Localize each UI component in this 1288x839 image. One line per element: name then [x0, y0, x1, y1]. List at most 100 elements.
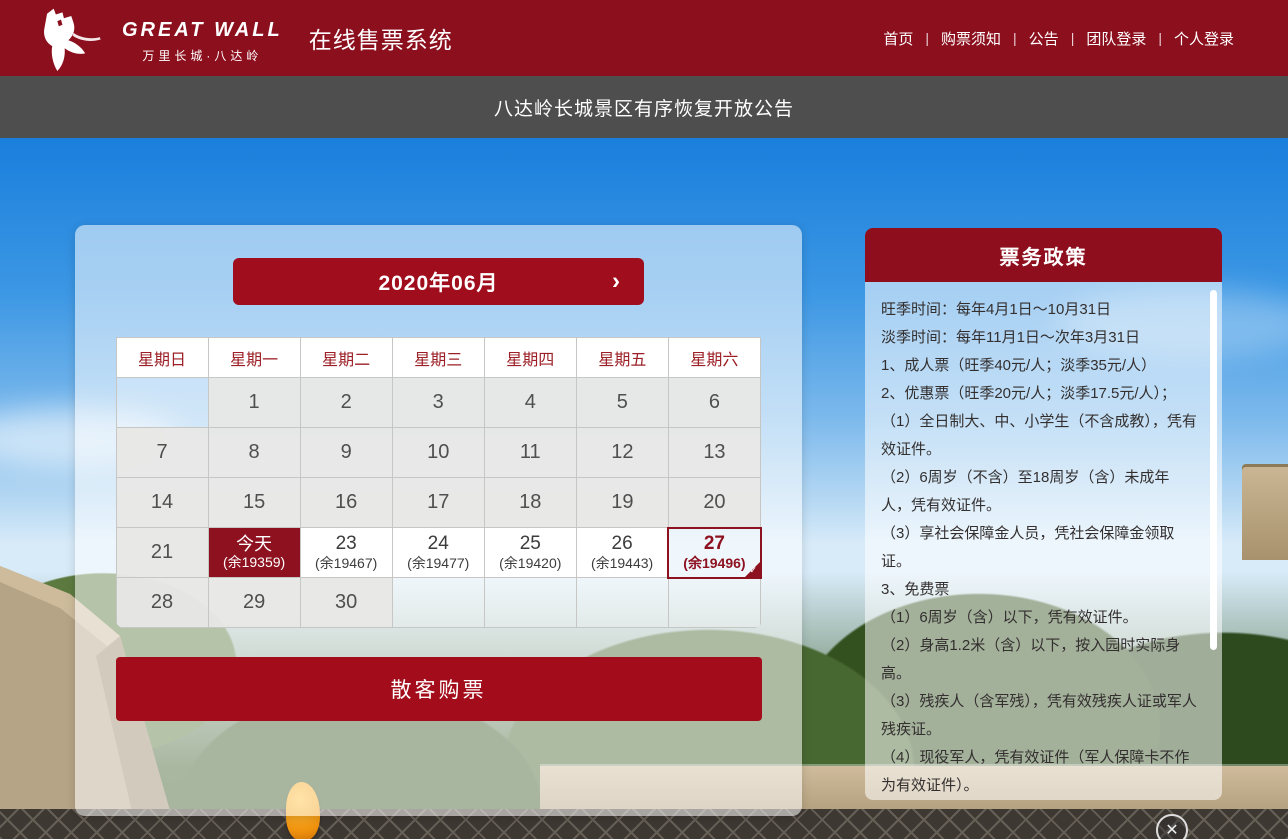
nav-group-login[interactable]: 团队登录 [1074, 28, 1158, 49]
empty-cell [392, 578, 484, 628]
day-number: 15 [209, 491, 300, 514]
day-cell-今天[interactable]: 今天(余19359) [208, 528, 300, 578]
day-number: 今天 [209, 534, 300, 555]
day-number: 4 [485, 391, 576, 414]
day-cell-6: 6 [668, 378, 760, 428]
app-header: GREAT WALL 万里长城·八达岭 在线售票系统 首页|购票须知|公告|团队… [0, 0, 1288, 76]
day-cell-21: 21 [116, 528, 208, 578]
day-cell-14: 14 [116, 478, 208, 528]
policy-line: （3）残疾人（含军残），凭有效残疾人证或军人残疾证。 [881, 688, 1198, 744]
day-number: 12 [577, 441, 668, 464]
next-month-icon[interactable]: › [612, 269, 620, 293]
brand-name-en: GREAT WALL [122, 19, 283, 42]
day-cell-26[interactable]: 26(余19443) [576, 528, 668, 578]
day-number: 20 [669, 491, 760, 514]
day-cell-25[interactable]: 25(余19420) [484, 528, 576, 578]
great-wall-logo-icon [28, 5, 116, 71]
day-cell-1: 1 [208, 378, 300, 428]
policy-line: （4）现役军人，凭有效证件（军人保障卡不作为有效证件）。 [881, 744, 1198, 800]
ticket-policy-panel: 票务政策 旺季时间：每年4月1日～10月31日淡季时间：每年11月1日～次年3月… [865, 228, 1222, 800]
day-cell-15: 15 [208, 478, 300, 528]
day-number: 8 [209, 441, 300, 464]
day-cell-8: 8 [208, 428, 300, 478]
day-cell-9: 9 [300, 428, 392, 478]
month-label: 2020年06月 [378, 267, 498, 297]
day-number: 28 [117, 591, 208, 614]
day-number: 6 [669, 391, 760, 414]
day-cell-3: 3 [392, 378, 484, 428]
calendar-table: 星期日星期一星期二星期三星期四星期五星期六 123456789101112131… [116, 337, 762, 628]
day-cell-2: 2 [300, 378, 392, 428]
day-number: 16 [301, 491, 392, 514]
weekday-header: 星期五 [576, 338, 668, 378]
nav-personal-login[interactable]: 个人登录 [1162, 28, 1246, 49]
booking-calendar-card: 2020年06月 › 星期日星期一星期二星期三星期四星期五星期六 1234567… [75, 225, 802, 816]
policy-line: （1）全日制大、中、小学生（不含成教），凭有效证件。 [881, 408, 1198, 464]
notice-bar-text: 八达岭长城景区有序恢复开放公告 [494, 94, 794, 121]
weekday-header: 星期四 [484, 338, 576, 378]
individual-purchase-button[interactable]: 散客购票 [116, 657, 762, 721]
policy-line: （2）身高1.2米（含）以下，按入园时实际身高。 [881, 632, 1198, 688]
empty-cell [484, 578, 576, 628]
day-cell-18: 18 [484, 478, 576, 528]
brand-name-zh: 万里长城·八达岭 [142, 47, 262, 64]
day-number: 19 [577, 491, 668, 514]
site-logo[interactable]: GREAT WALL 万里长城·八达岭 [28, 5, 283, 71]
day-cell-19: 19 [576, 478, 668, 528]
day-number: 29 [209, 591, 300, 614]
day-cell-27[interactable]: 27(余19496)✓ [668, 528, 760, 578]
remaining-tickets: (余19359) [209, 554, 300, 571]
remaining-tickets: (余19477) [393, 555, 484, 572]
policy-scrollbar[interactable] [1210, 290, 1217, 650]
policy-line: （1）6周岁（含）以下，凭有效证件。 [881, 604, 1198, 632]
month-selector[interactable]: 2020年06月 › [233, 258, 644, 305]
day-cell-23[interactable]: 23(余19467) [300, 528, 392, 578]
top-nav: 首页|购票须知|公告|团队登录|个人登录 [871, 28, 1246, 49]
day-cell-28: 28 [116, 578, 208, 628]
day-number: 2 [301, 391, 392, 414]
empty-cell [576, 578, 668, 628]
day-cell-10: 10 [392, 428, 484, 478]
day-number: 25 [485, 533, 576, 555]
day-number: 7 [117, 441, 208, 464]
weekday-header: 星期二 [300, 338, 392, 378]
day-number: 14 [117, 491, 208, 514]
page-title: 在线售票系统 [309, 21, 453, 55]
day-number: 1 [209, 391, 300, 414]
policy-title: 票务政策 [1000, 241, 1088, 270]
day-cell-17: 17 [392, 478, 484, 528]
day-number: 13 [669, 441, 760, 464]
notice-bar[interactable]: 八达岭长城景区有序恢复开放公告 [0, 76, 1288, 138]
close-icon[interactable]: ✕ [1156, 814, 1188, 839]
day-number: 17 [393, 491, 484, 514]
nav-announcement[interactable]: 公告 [1017, 28, 1071, 49]
policy-line: （3）享社会保障金人员，凭社会保障金领取证。 [881, 520, 1198, 576]
empty-cell [668, 578, 760, 628]
empty-cell [116, 378, 208, 428]
day-cell-20: 20 [668, 478, 760, 528]
day-number: 5 [577, 391, 668, 414]
policy-line: 1、成人票（旺季40元/人；淡季35元/人） [881, 352, 1198, 380]
day-cell-24[interactable]: 24(余19477) [392, 528, 484, 578]
policy-panel-header: 票务政策 [865, 228, 1222, 282]
weekday-header: 星期六 [668, 338, 760, 378]
policy-line: （2）6周岁（不含）至18周岁（含）未成年人，凭有效证件。 [881, 464, 1198, 520]
policy-line: 淡季时间：每年11月1日～次年3月31日 [881, 324, 1198, 352]
day-number: 18 [485, 491, 576, 514]
weekday-header: 星期一 [208, 338, 300, 378]
nav-home[interactable]: 首页 [871, 28, 925, 49]
policy-line: 2、优惠票（旺季20元/人；淡季17.5元/人）； [881, 380, 1198, 408]
nav-ticket-notice[interactable]: 购票须知 [929, 28, 1013, 49]
day-number: 24 [393, 533, 484, 555]
day-cell-5: 5 [576, 378, 668, 428]
day-cell-29: 29 [208, 578, 300, 628]
hero-background: 2020年06月 › 星期日星期一星期二星期三星期四星期五星期六 1234567… [0, 138, 1288, 839]
weekday-header: 星期三 [392, 338, 484, 378]
day-cell-13: 13 [668, 428, 760, 478]
day-number: 9 [301, 441, 392, 464]
day-cell-12: 12 [576, 428, 668, 478]
day-cell-16: 16 [300, 478, 392, 528]
policy-line: 3、免费票 [881, 576, 1198, 604]
day-cell-30: 30 [300, 578, 392, 628]
remaining-tickets: (余19467) [301, 555, 392, 572]
